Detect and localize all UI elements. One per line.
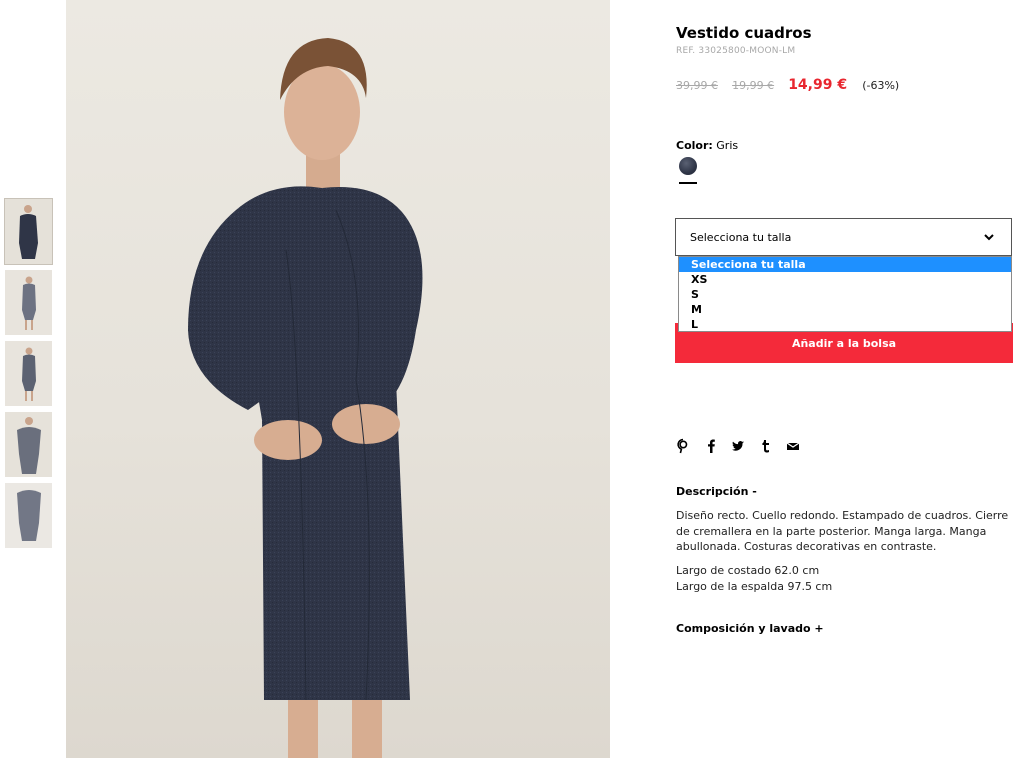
thumbnail-strip (4, 198, 53, 554)
description-text: Diseño recto. Cuello redondo. Estampado … (676, 509, 1009, 553)
measurement-side-length: Largo de costado 62.0 cm (676, 564, 820, 577)
size-option-m[interactable]: M (679, 302, 1011, 317)
color-value: Gris (716, 139, 739, 152)
twitter-icon[interactable] (731, 438, 745, 454)
model-dress-illustration (188, 38, 423, 758)
size-option-s[interactable]: S (679, 287, 1011, 302)
size-select-value: Selecciona tu talla (690, 231, 792, 244)
product-main-image (66, 0, 610, 758)
product-reference: REF. 33025800-MOON-LM (676, 46, 796, 56)
thumbnail-1[interactable] (4, 198, 53, 265)
composition-heading[interactable]: Composición y lavado + (676, 622, 824, 635)
size-option-xs[interactable]: XS (679, 272, 1011, 287)
discount-badge: (-63%) (862, 79, 900, 92)
color-label-title: Color: (676, 139, 713, 152)
thumbnail-3[interactable] (5, 341, 52, 406)
thumbnail-4[interactable] (5, 412, 52, 477)
size-option-placeholder[interactable]: Selecciona tu talla (679, 257, 1011, 272)
description-heading[interactable]: Descripción - (676, 485, 757, 498)
previous-price: 19,99 € (732, 79, 775, 92)
color-swatch-gris[interactable] (679, 157, 697, 175)
mail-icon[interactable] (786, 438, 800, 454)
sale-price: 14,99 € (788, 77, 848, 93)
size-option-l[interactable]: L (679, 317, 1011, 332)
chevron-down-icon (984, 234, 994, 241)
selected-swatch-indicator (679, 182, 697, 184)
size-select[interactable]: Selecciona tu talla (675, 218, 1012, 256)
pinterest-icon[interactable] (676, 438, 690, 454)
thumbnail-5[interactable] (5, 483, 52, 548)
measurement-back-length: Largo de la espalda 97.5 cm (676, 579, 833, 593)
thumbnail-2[interactable] (5, 270, 52, 335)
tumblr-icon[interactable] (758, 438, 772, 454)
price-block: 39,99 € 19,99 € 14,99 € (-63%) (676, 74, 899, 94)
original-price: 39,99 € (676, 79, 718, 92)
color-label: Color: Gris (676, 139, 738, 152)
measurements: Largo de costado 62.0 cm Largo de la esp… (676, 563, 832, 594)
size-dropdown-list: Selecciona tu talla XS S M L (678, 256, 1012, 332)
facebook-icon[interactable] (704, 438, 718, 454)
product-title: Vestido cuadros (676, 24, 812, 42)
